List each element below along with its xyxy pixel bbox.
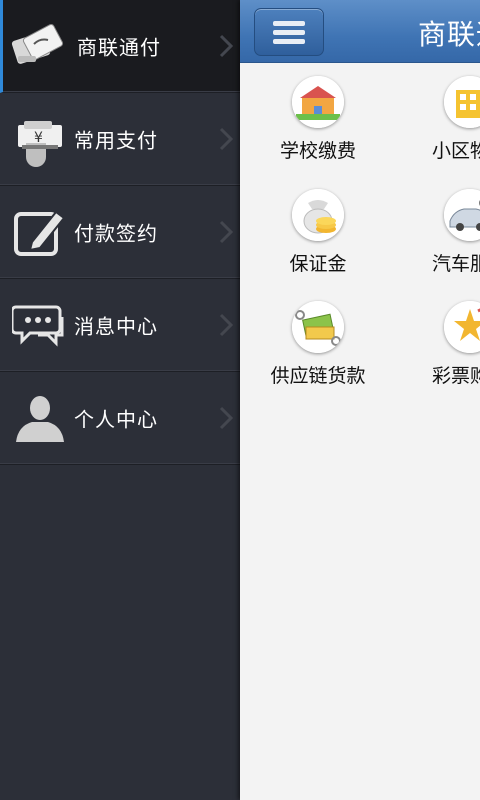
service-deposit[interactable]: 保证金 [248, 189, 388, 299]
sidebar-menu: 商联通付 ¥ 常用支付 付款签约 消息中心 个人中心 [0, 0, 240, 800]
residence-icon [444, 76, 480, 128]
lottery-icon [444, 301, 480, 353]
sidebar-item-label: 商联通付 [77, 35, 161, 60]
chevron-right-icon [219, 34, 234, 58]
service-label: 汽车服务 [431, 253, 480, 275]
page-title: 商联通付 [418, 18, 480, 51]
main-panel: 商联通付 学校缴费 小区物业 [240, 0, 480, 800]
sidebar-item-label: 消息中心 [74, 314, 158, 339]
service-label: 保证金 [289, 253, 347, 275]
service-school-fees[interactable]: 学校缴费 [248, 76, 388, 186]
service-label: 彩票购买 [431, 365, 480, 387]
chevron-right-icon [219, 127, 234, 151]
cash-chain-icon [292, 301, 344, 353]
school-icon [292, 76, 344, 128]
service-label: 供应链货款 [270, 365, 366, 387]
sidebar-item-label: 付款签约 [74, 221, 158, 246]
pen-edit-icon [14, 210, 66, 256]
sidebar-item-common-payment[interactable]: ¥ 常用支付 [0, 93, 240, 186]
service-label: 小区物业 [431, 140, 480, 162]
sidebar-item-payment-contract[interactable]: 付款签约 [0, 186, 240, 279]
sidebar-item-shanglian-pay[interactable]: 商联通付 [0, 0, 240, 93]
service-property-fees[interactable]: 小区物业 [400, 76, 480, 186]
service-supply-chain[interactable]: 供应链货款 [248, 301, 388, 411]
cards-icon [11, 23, 64, 64]
person-icon [16, 396, 64, 442]
top-bar: 商联通付 [240, 0, 480, 63]
hand-yen-card-icon: ¥ [18, 121, 62, 167]
service-lottery[interactable]: 彩票购买 [400, 301, 480, 411]
hamburger-icon [273, 39, 305, 44]
hamburger-icon [273, 21, 305, 26]
sidebar-item-label: 个人中心 [74, 407, 158, 432]
sidebar-item-message-center[interactable]: 消息中心 [0, 279, 240, 372]
sidebar-item-label: 常用支付 [74, 128, 158, 153]
menu-toggle-button[interactable] [254, 8, 324, 56]
chevron-right-icon [219, 406, 234, 430]
chevron-right-icon [219, 220, 234, 244]
service-car[interactable]: 汽车服务 [400, 189, 480, 299]
service-label: 学校缴费 [279, 140, 356, 162]
hamburger-icon [273, 30, 305, 35]
coin-bag-icon [292, 189, 344, 241]
chevron-right-icon [219, 313, 234, 337]
chat-bubbles-icon [12, 305, 64, 347]
sidebar-item-personal-center[interactable]: 个人中心 [0, 372, 240, 465]
car-icon [444, 189, 480, 241]
